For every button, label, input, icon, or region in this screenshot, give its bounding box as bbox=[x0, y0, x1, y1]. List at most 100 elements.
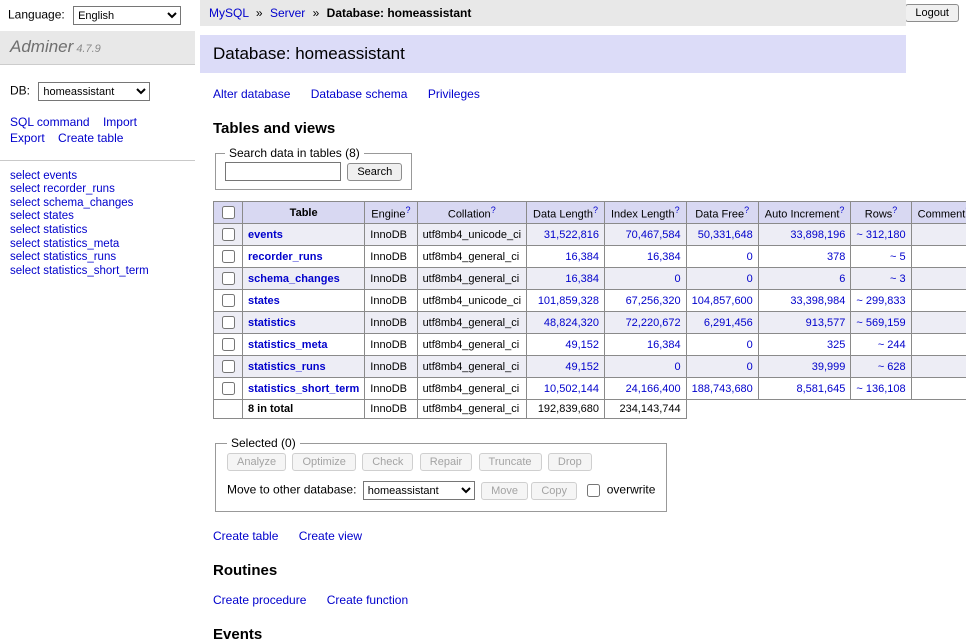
rows-count-link[interactable]: ~ 136,108 bbox=[856, 383, 905, 395]
data-free-link[interactable]: 0 bbox=[747, 339, 753, 351]
index-length-link[interactable]: 16,384 bbox=[647, 339, 681, 351]
rows-count-link[interactable]: ~ 569,159 bbox=[856, 317, 905, 329]
auto-increment-link[interactable]: 378 bbox=[827, 251, 845, 263]
copy-button[interactable]: Copy bbox=[531, 482, 577, 500]
overwrite-checkbox[interactable] bbox=[587, 484, 600, 497]
data-length-link[interactable]: 16,384 bbox=[565, 273, 599, 285]
help-icon[interactable]: ? bbox=[675, 205, 680, 215]
index-length-link[interactable]: 24,166,400 bbox=[626, 383, 681, 395]
data-free-link[interactable]: 104,857,600 bbox=[692, 295, 753, 307]
move-database-select[interactable]: homeassistant bbox=[363, 481, 475, 500]
analyze-button[interactable]: Analyze bbox=[227, 453, 286, 471]
data-free-link[interactable]: 50,331,648 bbox=[698, 229, 753, 241]
sidebar-link-select-events[interactable]: select events bbox=[10, 170, 185, 184]
breadcrumb-link-mysql[interactable]: MySQL bbox=[209, 6, 249, 20]
sidebar-link-select-recorder-runs[interactable]: select recorder_runs bbox=[10, 183, 185, 197]
rows-count-link[interactable]: ~ 299,833 bbox=[856, 295, 905, 307]
overwrite-label[interactable]: overwrite bbox=[607, 483, 656, 497]
sidebar-link-select-statistics-meta[interactable]: select statistics_meta bbox=[10, 238, 185, 252]
move-button[interactable]: Move bbox=[481, 482, 528, 500]
rows-count-link[interactable]: ~ 312,180 bbox=[856, 229, 905, 241]
auto-increment-link[interactable]: 6 bbox=[839, 273, 845, 285]
table-link[interactable]: events bbox=[248, 229, 283, 241]
data-length-link[interactable]: 10,502,144 bbox=[544, 383, 599, 395]
data-length-link[interactable]: 49,152 bbox=[565, 339, 599, 351]
table-link[interactable]: statistics bbox=[248, 317, 296, 329]
language-select[interactable]: English bbox=[73, 6, 181, 25]
alter-database-link[interactable]: Alter database bbox=[213, 87, 290, 101]
sidebar-link-select-statistics[interactable]: select statistics bbox=[10, 224, 185, 238]
data-length-link[interactable]: 48,824,320 bbox=[544, 317, 599, 329]
auto-increment-link[interactable]: 913,577 bbox=[806, 317, 846, 329]
auto-increment-link[interactable]: 33,898,196 bbox=[790, 229, 845, 241]
table-link[interactable]: states bbox=[248, 295, 280, 307]
data-length-link[interactable]: 16,384 bbox=[565, 251, 599, 263]
optimize-button[interactable]: Optimize bbox=[292, 453, 355, 471]
rows-count-link[interactable]: ~ 5 bbox=[890, 251, 906, 263]
help-icon[interactable]: ? bbox=[406, 205, 411, 215]
create-table-link-sidebar[interactable]: Create table bbox=[58, 131, 123, 145]
table-link[interactable]: recorder_runs bbox=[248, 251, 323, 263]
drop-button[interactable]: Drop bbox=[548, 453, 592, 471]
index-length-link[interactable]: 70,467,584 bbox=[626, 229, 681, 241]
help-icon[interactable]: ? bbox=[892, 205, 897, 215]
rows-count-link[interactable]: ~ 628 bbox=[878, 361, 906, 373]
data-length-link[interactable]: 49,152 bbox=[565, 361, 599, 373]
db-select[interactable]: homeassistant bbox=[38, 82, 150, 101]
data-length-link[interactable]: 31,522,816 bbox=[544, 229, 599, 241]
index-length-link[interactable]: 72,220,672 bbox=[626, 317, 681, 329]
help-icon[interactable]: ? bbox=[839, 205, 844, 215]
auto-increment-link[interactable]: 39,999 bbox=[812, 361, 846, 373]
auto-increment-link[interactable]: 33,398,984 bbox=[790, 295, 845, 307]
row-checkbox[interactable] bbox=[222, 272, 235, 285]
help-icon[interactable]: ? bbox=[744, 205, 749, 215]
breadcrumb-link-server[interactable]: Server bbox=[270, 6, 305, 20]
index-length-link[interactable]: 0 bbox=[675, 273, 681, 285]
rows-count-link[interactable]: ~ 244 bbox=[878, 339, 906, 351]
help-icon[interactable]: ? bbox=[593, 205, 598, 215]
data-free-link[interactable]: 6,291,456 bbox=[704, 317, 753, 329]
index-length-link[interactable]: 0 bbox=[675, 361, 681, 373]
export-link[interactable]: Export bbox=[10, 131, 45, 145]
sidebar-link-select-statistics-short-term[interactable]: select statistics_short_term bbox=[10, 265, 185, 279]
row-checkbox[interactable] bbox=[222, 294, 235, 307]
sidebar-link-select-states[interactable]: select states bbox=[10, 210, 185, 224]
database-schema-link[interactable]: Database schema bbox=[311, 87, 408, 101]
help-icon[interactable]: ? bbox=[491, 205, 496, 215]
sql-command-link[interactable]: SQL command bbox=[10, 115, 90, 129]
search-button[interactable]: Search bbox=[347, 163, 402, 181]
index-length-link[interactable]: 67,256,320 bbox=[626, 295, 681, 307]
import-link[interactable]: Import bbox=[103, 115, 137, 129]
data-free-link[interactable]: 0 bbox=[747, 361, 753, 373]
table-link[interactable]: statistics_runs bbox=[248, 361, 326, 373]
create-procedure-link[interactable]: Create procedure bbox=[213, 593, 306, 607]
rows-count-link[interactable]: ~ 3 bbox=[890, 273, 906, 285]
auto-increment-link[interactable]: 325 bbox=[827, 339, 845, 351]
truncate-button[interactable]: Truncate bbox=[479, 453, 542, 471]
data-free-link[interactable]: 188,743,680 bbox=[692, 383, 753, 395]
select-all-checkbox[interactable] bbox=[222, 206, 235, 219]
row-checkbox[interactable] bbox=[222, 382, 235, 395]
sidebar-link-select-schema-changes[interactable]: select schema_changes bbox=[10, 197, 185, 211]
data-length-link[interactable]: 101,859,328 bbox=[538, 295, 599, 307]
search-input[interactable] bbox=[225, 162, 341, 181]
row-checkbox[interactable] bbox=[222, 250, 235, 263]
table-link[interactable]: schema_changes bbox=[248, 273, 340, 285]
row-checkbox[interactable] bbox=[222, 360, 235, 373]
index-length-link[interactable]: 16,384 bbox=[647, 251, 681, 263]
privileges-link[interactable]: Privileges bbox=[428, 87, 480, 101]
create-view-link[interactable]: Create view bbox=[299, 529, 362, 543]
create-function-link[interactable]: Create function bbox=[327, 593, 408, 607]
logout-button[interactable]: Logout bbox=[905, 4, 959, 22]
table-link[interactable]: statistics_meta bbox=[248, 339, 328, 351]
row-checkbox[interactable] bbox=[222, 338, 235, 351]
row-checkbox[interactable] bbox=[222, 316, 235, 329]
check-button[interactable]: Check bbox=[362, 453, 413, 471]
row-checkbox[interactable] bbox=[222, 228, 235, 241]
data-free-link[interactable]: 0 bbox=[747, 251, 753, 263]
auto-increment-link[interactable]: 8,581,645 bbox=[796, 383, 845, 395]
data-free-link[interactable]: 0 bbox=[747, 273, 753, 285]
create-table-link[interactable]: Create table bbox=[213, 529, 278, 543]
sidebar-link-select-statistics-runs[interactable]: select statistics_runs bbox=[10, 251, 185, 265]
table-link[interactable]: statistics_short_term bbox=[248, 383, 359, 395]
